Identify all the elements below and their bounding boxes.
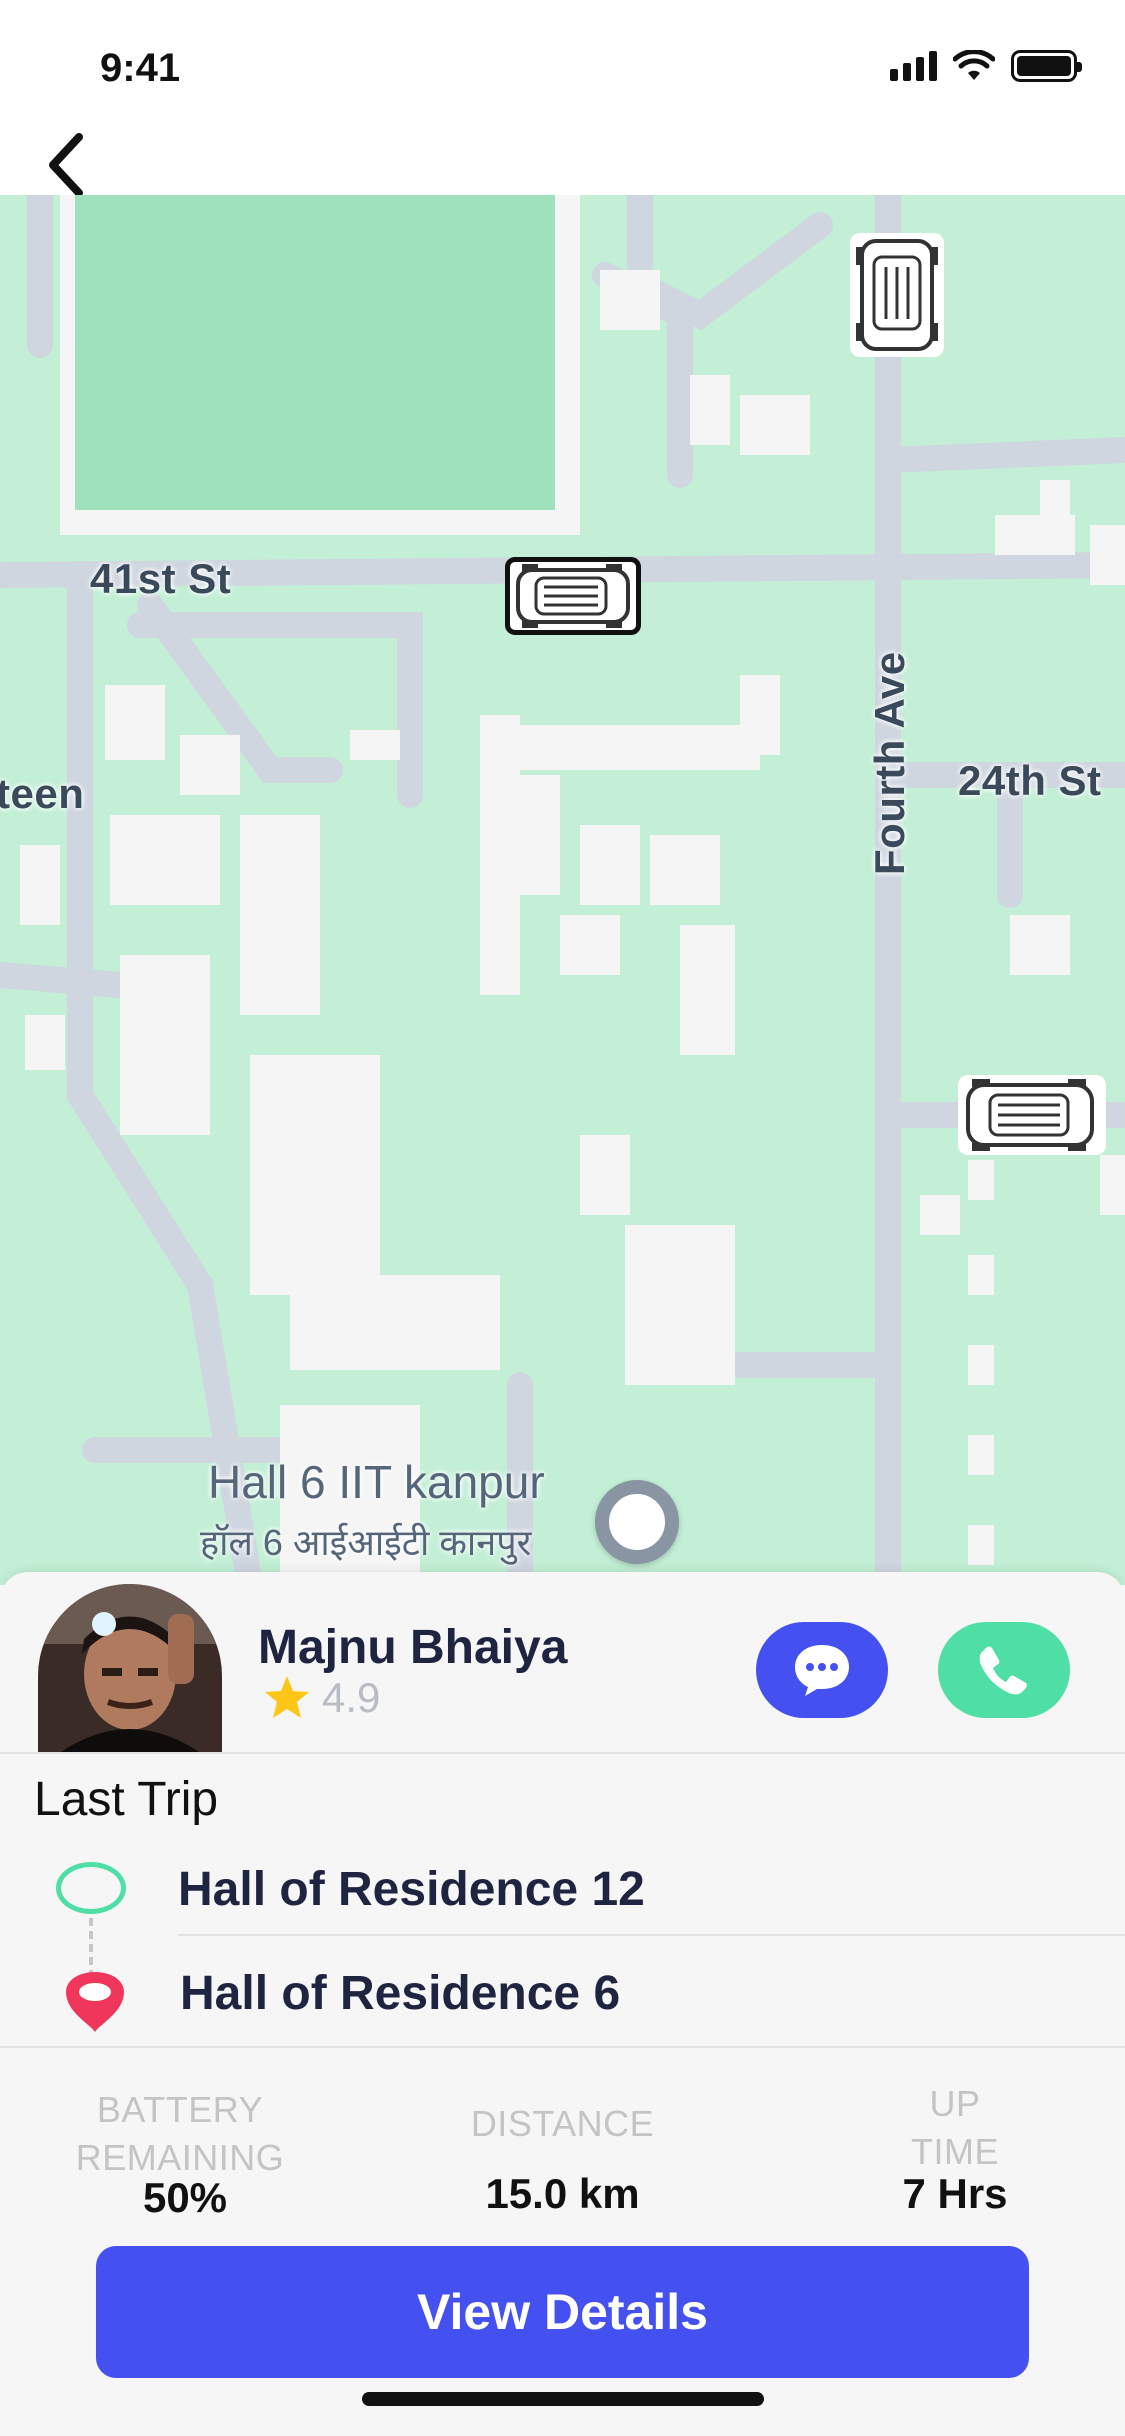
call-button[interactable] — [938, 1622, 1070, 1718]
street-label-fourth-ave: Fourth Ave — [866, 651, 913, 875]
trip-origin: Hall of Residence 12 — [178, 1863, 645, 1916]
phone-icon — [979, 1646, 1027, 1695]
street-label-partial: teen — [0, 770, 85, 817]
last-trip-title: Last Trip — [34, 1773, 219, 1826]
status-icons — [890, 50, 1082, 82]
origin-icon — [56, 1862, 126, 1914]
cellular-signal-icon — [890, 51, 937, 81]
distance-value: 15.0 km — [485, 2170, 640, 2217]
avatar — [38, 1584, 222, 1754]
place-name-hindi: हॉल 6 आईआईटी कानपुर — [200, 1522, 532, 1563]
divider — [178, 1934, 1125, 1936]
place-marker-icon[interactable] — [595, 1480, 679, 1564]
street-label-24th: 24th St — [958, 757, 1102, 804]
view-details-button[interactable]: View Details — [96, 2246, 1029, 2378]
wifi-icon — [953, 50, 995, 80]
star-icon — [265, 1676, 309, 1718]
map-base — [0, 195, 1125, 1585]
rating-value: 4.9 — [322, 1674, 381, 1721]
driver-detail-sheet: Majnu Bhaiya 4.9 Last Trip Hall of Resid… — [0, 1572, 1125, 2436]
cart-icon — [516, 564, 630, 628]
route-connector — [89, 1918, 93, 1978]
map-view[interactable]: 41st St 24th St teen Fourth Ave Hall 6 I… — [0, 195, 1125, 1585]
cart-icon — [966, 1079, 1094, 1151]
driver-name: Majnu Bhaiya — [258, 1621, 568, 1674]
cart-marker[interactable] — [958, 1075, 1106, 1155]
cart-marker-selected[interactable] — [505, 557, 641, 635]
status-bar: 9:41 — [0, 0, 1125, 140]
uptime-label: UP TIME — [911, 2083, 999, 2172]
chat-icon — [795, 1645, 849, 1696]
place-name: Hall 6 IIT kanpur — [208, 1456, 545, 1508]
home-indicator — [362, 2392, 764, 2406]
distance-label: DISTANCE — [470, 2103, 655, 2144]
cart-icon — [856, 239, 938, 351]
chat-button[interactable] — [756, 1622, 888, 1718]
driver-rating: 4.9 — [262, 1674, 380, 1722]
divider — [0, 2046, 1125, 2048]
cart-marker[interactable] — [850, 233, 944, 357]
battery-label: BATTERY REMAINING — [75, 2089, 285, 2178]
uptime-value: 7 Hrs — [902, 2170, 1008, 2217]
back-icon — [49, 133, 83, 197]
trip-destination: Hall of Residence 6 — [180, 1967, 621, 2020]
divider — [0, 1752, 1125, 1754]
street-label-41st: 41st St — [90, 555, 232, 602]
battery-value: 50% — [142, 2174, 228, 2221]
back-button[interactable] — [30, 125, 100, 205]
destination-pin-icon — [66, 1972, 124, 2032]
battery-icon — [1011, 50, 1082, 82]
status-time: 9:41 — [100, 46, 181, 90]
